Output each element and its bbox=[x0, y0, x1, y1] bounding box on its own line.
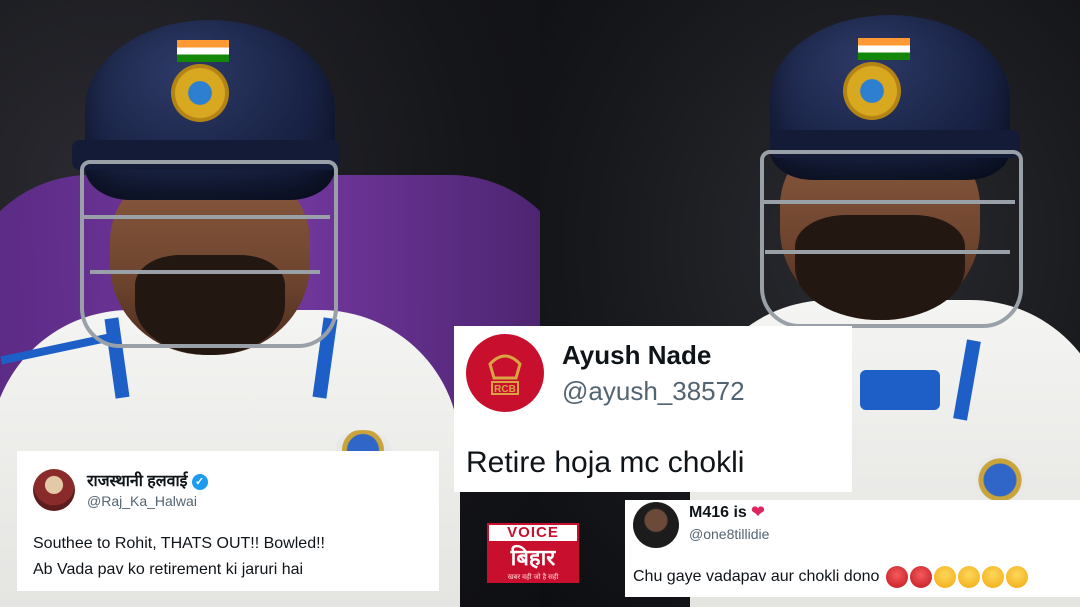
person-avatar-icon bbox=[633, 502, 679, 548]
tweet-author-name: Ayush Nade bbox=[562, 340, 712, 370]
india-flag-icon bbox=[177, 40, 229, 62]
grille-bar bbox=[80, 215, 330, 219]
red-heart-icon: ❤ bbox=[751, 504, 765, 521]
tweet-author-handle: @Raj_Ka_Halwai bbox=[87, 493, 197, 509]
tweet-text-line: Southee to Rohit, THATS OUT!! Bowled!! bbox=[33, 535, 325, 552]
svg-text:RCB: RCB bbox=[494, 384, 516, 395]
jersey-badge-icon bbox=[975, 455, 1025, 505]
grille-bar bbox=[90, 270, 320, 274]
watermark-main-text: बिहार bbox=[487, 543, 579, 573]
tweet-author-handle: @ayush_38572 bbox=[562, 376, 745, 406]
person-avatar-icon bbox=[33, 469, 75, 511]
india-flag-icon bbox=[858, 38, 910, 60]
angry-face-icon bbox=[909, 566, 932, 588]
helmet-grille bbox=[760, 150, 1023, 328]
tweet-text: Retire hoja mc chokli bbox=[466, 446, 745, 479]
tweet-card: M416 is ❤ @one8tillidie Chu gaye vadapav… bbox=[625, 500, 1080, 597]
meme-collage: राजस्थानी हलवाई ✓ @Raj_Ka_Halwai Southee … bbox=[0, 0, 1080, 607]
watermark-top-text: VOICE bbox=[487, 523, 579, 543]
jersey-collar bbox=[860, 370, 940, 410]
tweet-text-line: Ab Vada pav ko retirement ki jaruri hai bbox=[33, 561, 304, 578]
tweet-card: राजस्थानी हलवाई ✓ @Raj_Ka_Halwai Southee … bbox=[17, 451, 439, 591]
tweet-author-name: M416 is ❤ bbox=[689, 504, 765, 521]
tweet-text: Chu gaye vadapav aur chokli dono bbox=[633, 566, 1028, 588]
rcb-logo-icon: RCB bbox=[466, 334, 544, 412]
voice-bihar-watermark-logo: VOICE बिहार खबर वही जो है सही bbox=[487, 523, 579, 583]
tweet-author-name: राजस्थानी हलवाई ✓ bbox=[87, 469, 208, 491]
watermark-tagline: खबर वही जो है सही bbox=[487, 573, 579, 583]
bcci-crest-icon bbox=[171, 64, 229, 122]
crying-laughing-icon bbox=[981, 566, 1004, 588]
tweet-author-handle: @one8tillidie bbox=[689, 526, 770, 542]
crying-laughing-icon bbox=[957, 566, 980, 588]
helmet-grille bbox=[80, 160, 338, 348]
bcci-crest-icon bbox=[843, 62, 901, 120]
crying-laughing-icon bbox=[933, 566, 956, 588]
verified-badge-icon: ✓ bbox=[191, 473, 208, 490]
tweet-card: RCB Ayush Nade @ayush_38572 Retire hoja … bbox=[454, 326, 852, 492]
grille-bar bbox=[760, 200, 1015, 204]
grille-bar bbox=[765, 250, 1010, 254]
rcb-lion-icon: RCB bbox=[469, 337, 541, 409]
crying-laughing-icon bbox=[1005, 566, 1028, 588]
angry-face-icon bbox=[885, 566, 908, 588]
